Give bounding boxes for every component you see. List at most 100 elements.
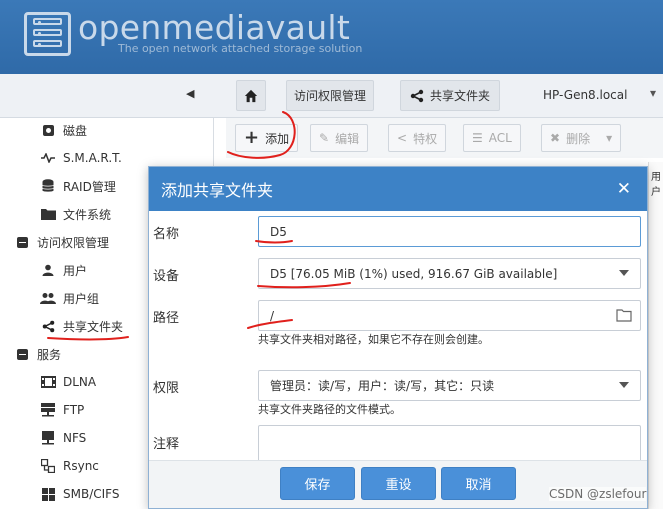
sidebar-group-label: 访问权限管理 xyxy=(37,235,110,250)
sidebar-item-label: SMB/CIFS xyxy=(63,487,120,501)
share-icon: < xyxy=(397,131,408,145)
sidebar-group-label: 服务 xyxy=(37,347,62,362)
dropdown-caret-icon xyxy=(619,270,629,276)
path-field[interactable]: / xyxy=(258,300,641,331)
permission-hint: 共享文件夹路径的文件模式。 xyxy=(258,403,401,416)
privileges-button-label: 特权 xyxy=(413,131,438,146)
sidebar-item-smart[interactable]: S.M.A.R.T. xyxy=(40,146,122,170)
path-hint: 共享文件夹相对路径，如果它不存在则会创建。 xyxy=(258,333,489,346)
name-field[interactable]: D5 xyxy=(258,216,641,247)
list-icon: ☰ xyxy=(472,131,483,145)
chevron-down-icon: ▾ xyxy=(606,131,613,145)
sidebar-item-filesystems[interactable]: 文件系统 xyxy=(40,202,111,226)
sidebar-item-rsync[interactable]: Rsync xyxy=(40,454,99,478)
sidebar-item-label: 磁盘 xyxy=(63,123,88,138)
brand-tagline: The open network attached storage soluti… xyxy=(118,42,363,55)
sidebar-item-users[interactable]: 用户 xyxy=(40,258,87,282)
device-label: 设备 xyxy=(153,269,180,284)
sidebar-item-nfs[interactable]: NFS xyxy=(40,426,86,450)
edit-button-label: 编辑 xyxy=(335,131,360,146)
sidebar-item-label: DLNA xyxy=(63,375,97,389)
sidebar-item-label: 用户组 xyxy=(63,291,100,306)
permission-select-value: 管理员：读/写，用户：读/写，其它：只读 xyxy=(270,379,495,393)
grid-header-fragment: 用户 xyxy=(651,172,661,198)
sidebar-item-label: Rsync xyxy=(63,459,99,473)
plus-icon: + xyxy=(244,127,260,148)
permission-select[interactable]: 管理员：读/写，用户：读/写，其它：只读 xyxy=(258,370,641,401)
collapse-icon xyxy=(14,234,30,250)
edit-button[interactable]: ✎ 编辑 xyxy=(310,124,369,152)
database-icon xyxy=(40,178,56,194)
acl-button[interactable]: ☰ ACL xyxy=(463,124,521,152)
breadcrumb-shared-folders[interactable]: 共享文件夹 xyxy=(400,80,500,111)
reset-button[interactable]: 重设 xyxy=(361,467,436,500)
user-icon xyxy=(40,262,56,278)
omv-logo-icon xyxy=(24,12,71,56)
privileges-button[interactable]: < 特权 xyxy=(388,124,447,152)
path-label: 路径 xyxy=(153,311,180,326)
hostname-label: HP-Gen8.local xyxy=(543,88,628,102)
sidebar-group-access-rights[interactable]: 访问权限管理 xyxy=(14,230,109,254)
breadcrumb-acl[interactable]: 访问权限管理 xyxy=(286,80,374,111)
sidebar-item-label: S.M.A.R.T. xyxy=(63,151,122,165)
reset-button-label: 重设 xyxy=(385,478,412,493)
sidebar-item-ftp[interactable]: FTP xyxy=(40,398,84,422)
cancel-button[interactable]: 取消 xyxy=(441,467,516,500)
users-icon xyxy=(40,290,56,306)
server-icon xyxy=(40,402,56,418)
folder-icon xyxy=(40,206,56,222)
pencil-icon: ✎ xyxy=(319,131,330,145)
film-icon xyxy=(40,374,56,390)
device-select[interactable]: D5 [76.05 MiB (1%) used, 916.67 GiB avai… xyxy=(258,258,641,289)
chevron-down-icon[interactable]: ▾ xyxy=(650,86,656,100)
close-icon[interactable]: ✕ xyxy=(617,179,631,199)
comment-label: 注释 xyxy=(153,437,180,452)
sidebar-item-shared-folders[interactable]: 共享文件夹 xyxy=(40,314,123,338)
add-shared-folder-dialog: 添加共享文件夹 ✕ 名称 D5 设备 D5 [76.05 MiB (1%) us… xyxy=(148,166,648,509)
delete-button[interactable]: ✖ 删除 ▾ xyxy=(541,124,622,152)
save-button-label: 保存 xyxy=(304,478,331,493)
close-icon: ✖ xyxy=(550,131,561,145)
breadcrumb-acl-label: 访问权限管理 xyxy=(293,89,366,103)
breadcrumb-share-label: 共享文件夹 xyxy=(429,89,490,103)
cancel-button-label: 取消 xyxy=(465,478,492,493)
save-button[interactable]: 保存 xyxy=(280,467,355,500)
share-icon xyxy=(40,318,56,334)
sidebar-item-smb[interactable]: SMB/CIFS xyxy=(40,482,119,506)
sidebar-item-label: NFS xyxy=(63,431,87,445)
windows-icon xyxy=(40,486,56,502)
add-button-label: 添加 xyxy=(265,131,290,146)
sidebar-item-label: FTP xyxy=(63,403,85,417)
home-button[interactable] xyxy=(236,80,266,111)
path-field-value: / xyxy=(270,308,275,323)
sidebar-item-label: 用户 xyxy=(63,263,88,278)
collapse-icon xyxy=(14,346,30,362)
name-label: 名称 xyxy=(153,227,180,242)
collapse-sidebar-icon[interactable]: ◀ xyxy=(186,87,194,100)
home-icon xyxy=(244,89,258,102)
sidebar-group-services[interactable]: 服务 xyxy=(14,342,61,366)
sidebar-item-groups[interactable]: 用户组 xyxy=(40,286,99,310)
dialog-title-bar: 添加共享文件夹 xyxy=(149,167,647,211)
sidebar-item-label: 共享文件夹 xyxy=(63,319,124,334)
sidebar-item-raid[interactable]: RAID管理 xyxy=(40,174,116,198)
app-header: openmediavault The open network attached… xyxy=(0,0,663,74)
name-field-value: D5 xyxy=(270,224,287,239)
share-icon xyxy=(410,89,424,102)
dialog-title: 添加共享文件夹 xyxy=(161,181,274,200)
device-select-value: D5 [76.05 MiB (1%) used, 916.67 GiB avai… xyxy=(270,266,558,281)
permission-label: 权限 xyxy=(153,381,180,396)
storage-icon xyxy=(40,430,56,446)
comment-field[interactable] xyxy=(258,425,641,465)
disk-icon xyxy=(40,122,56,138)
sidebar-item-label: RAID管理 xyxy=(63,179,116,194)
folder-browse-icon[interactable] xyxy=(616,308,632,322)
sidebar-item-disks[interactable]: 磁盘 xyxy=(40,118,87,142)
grid-column-edge: 用户 xyxy=(648,162,663,509)
pulse-icon xyxy=(40,150,56,166)
sidebar-item-label: 文件系统 xyxy=(63,207,112,222)
sidebar-item-dlna[interactable]: DLNA xyxy=(40,370,96,394)
add-button[interactable]: + 添加 xyxy=(235,124,299,152)
acl-button-label: ACL xyxy=(488,131,512,145)
sync-icon xyxy=(40,458,56,474)
